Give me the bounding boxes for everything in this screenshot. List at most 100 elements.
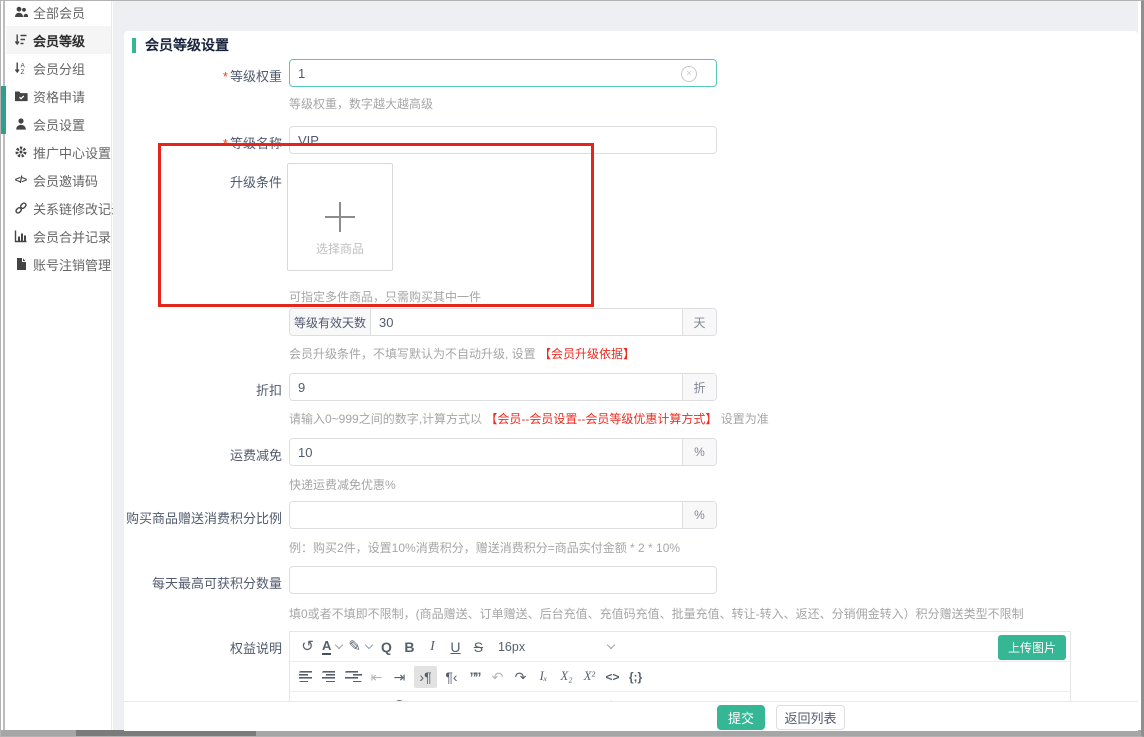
- page-title: 会员等级设置: [132, 35, 229, 55]
- bar-chart-icon: [13, 229, 28, 243]
- file-icon: [13, 257, 28, 271]
- superscript-icon[interactable]: X²: [581, 666, 598, 688]
- discount-input[interactable]: [290, 374, 682, 400]
- inline-code-icon[interactable]: <>: [604, 666, 621, 688]
- bold-icon[interactable]: B: [401, 636, 418, 658]
- discount-group: 折: [289, 373, 717, 401]
- align-right-icon[interactable]: [345, 671, 362, 682]
- sidebar: 全部会员 会员等级 AZ 会员分组 资格申请 会员设置: [6, 1, 112, 731]
- sidebar-item-label: 全部会员: [33, 3, 85, 22]
- undo-icon[interactable]: ↶: [489, 666, 506, 688]
- sidebar-item-label: 会员设置: [33, 115, 85, 134]
- points-ratio-help: 例：购买2件，设置10%消费积分，赠送消费积分=商品实付金额 * 2 * 10%: [289, 539, 680, 556]
- align-center-icon[interactable]: [322, 671, 339, 682]
- italic-icon[interactable]: I: [424, 636, 441, 658]
- points-ratio-group: %: [289, 501, 717, 529]
- level-weight-label: *等级权重: [124, 66, 282, 85]
- paragraph-ltr-icon[interactable]: ›¶: [414, 666, 437, 688]
- select-product-upload-box[interactable]: 选择商品: [287, 163, 393, 271]
- clear-format-icon[interactable]: Iₓ: [535, 666, 552, 688]
- subscript-icon[interactable]: X₂: [558, 666, 575, 688]
- sidebar-item-label: 推广中心设置: [33, 143, 111, 162]
- folder-check-icon: [13, 89, 28, 103]
- upgrade-basis-link[interactable]: 【会员升级依据】: [539, 347, 635, 361]
- select-product-text: 选择商品: [288, 240, 392, 257]
- outdent-icon[interactable]: ⇤: [368, 666, 385, 688]
- indent-icon[interactable]: ⇥: [391, 666, 408, 688]
- sidebar-item-invite-code[interactable]: </> 会员邀请码: [6, 166, 111, 194]
- chevron-down-icon: [365, 641, 373, 649]
- blockquote-icon[interactable]: ””: [466, 666, 483, 688]
- submit-button[interactable]: 提交: [717, 705, 765, 730]
- users-icon: [13, 5, 28, 19]
- discount-settings-link[interactable]: 【会员--会员设置--会员等级优惠计算方式】: [485, 412, 717, 426]
- sort-level-icon: [13, 33, 28, 47]
- sidebar-item-qualification[interactable]: 资格申请: [6, 82, 111, 110]
- gear-icon: [13, 145, 28, 159]
- valid-days-input[interactable]: [371, 309, 682, 335]
- sidebar-item-label: 会员分组: [33, 59, 85, 78]
- sidebar-item-member-level[interactable]: 会员等级: [6, 26, 111, 54]
- discount-label: 折扣: [124, 380, 282, 399]
- valid-days-group: 等级有效天数 天: [289, 308, 717, 336]
- title-accent-bar: [132, 38, 136, 53]
- redo-icon[interactable]: ↷: [512, 666, 529, 688]
- points-ratio-input[interactable]: [290, 502, 682, 528]
- svg-text:Z: Z: [20, 69, 24, 75]
- editor-toolbar-row-1: ↺ A ✎ QBIUS 16px: [290, 632, 1070, 662]
- level-name-label: *等级名称: [124, 133, 282, 152]
- sidebar-item-promotion-settings[interactable]: 推广中心设置: [6, 138, 111, 166]
- editor-toolbar-row-2: ⇤ ⇥ ›¶ ¶‹ ”” ↶ ↷ Iₓ X₂ X² <> {;}: [290, 662, 1070, 692]
- level-weight-help: 等级权重，数字越大越高级: [289, 95, 433, 112]
- upgrade-condition-help: 可指定多件商品，只需购买其中一件: [289, 288, 481, 305]
- points-ratio-label: 购买商品赠送消费积分比例: [124, 508, 282, 527]
- daily-points-help: 填0或者不填即不限制，(商品赠送、订单赠送、后台充值、充值码充值、批量充值、转让…: [289, 605, 1024, 622]
- sidebar-item-label: 账号注销管理: [33, 255, 111, 274]
- paragraph-rtl-icon[interactable]: ¶‹: [443, 666, 460, 688]
- sidebar-item-label: 会员等级: [33, 31, 85, 50]
- level-name-input[interactable]: [289, 126, 717, 154]
- highlight-pen-icon[interactable]: ✎: [348, 636, 372, 658]
- level-weight-input[interactable]: [289, 59, 717, 87]
- upload-image-button[interactable]: 上传图片: [998, 635, 1066, 660]
- sidebar-item-member-settings[interactable]: 会员设置: [6, 110, 111, 138]
- sidebar-item-relation-log[interactable]: 关系链修改记录: [6, 194, 111, 222]
- sidebar-item-label: 资格申请: [33, 87, 85, 106]
- chevron-down-icon: [607, 641, 615, 649]
- sidebar-item-label: 关系链修改记录: [33, 199, 124, 218]
- discount-unit: 折: [682, 374, 716, 400]
- sidebar-item-account-cancel[interactable]: 账号注销管理: [6, 250, 111, 278]
- user-icon: [13, 117, 28, 131]
- font-size-select[interactable]: 16px: [498, 640, 614, 654]
- link-icon: [13, 201, 28, 215]
- shipping-group: %: [289, 438, 717, 466]
- shipping-unit: %: [682, 439, 716, 465]
- clear-circle-icon[interactable]: ×: [681, 66, 697, 82]
- app-window: 全部会员 会员等级 AZ 会员分组 资格申请 会员设置: [0, 0, 1144, 737]
- code-block-icon[interactable]: {;}: [627, 666, 644, 688]
- align-left-icon[interactable]: [299, 671, 316, 682]
- valid-days-help: 会员升级条件，不填写默认为不自动升级, 设置 【会员升级依据】: [289, 345, 635, 362]
- benefits-label: 权益说明: [124, 638, 282, 657]
- member-level-form-card: 会员等级设置 *等级权重 × 等级权重，数字越大越高级 *等级名称 升级条件 选…: [124, 31, 1138, 731]
- valid-days-prepend-label: 等级有效天数: [290, 309, 371, 335]
- sidebar-item-member-group[interactable]: AZ 会员分组: [6, 54, 111, 82]
- sidebar-item-label: 会员邀请码: [33, 171, 98, 190]
- valid-days-unit: 天: [682, 309, 716, 335]
- strikethrough-icon[interactable]: S: [470, 636, 487, 658]
- shipping-input[interactable]: [290, 439, 682, 465]
- sidebar-item-all-members[interactable]: 全部会员: [6, 0, 111, 26]
- code-icon: </>: [13, 173, 28, 187]
- discount-help: 请输入0~999之间的数字,计算方式以 【会员--会员设置--会员等级优惠计算方…: [289, 410, 769, 427]
- daily-points-input[interactable]: [289, 566, 717, 594]
- sidebar-item-merge-log[interactable]: 会员合并记录: [6, 222, 111, 250]
- search-icon[interactable]: Q: [378, 636, 395, 658]
- chevron-down-icon: [335, 641, 343, 649]
- underline-icon[interactable]: U: [447, 636, 464, 658]
- shipping-discount-label: 运费减免: [124, 445, 282, 464]
- points-ratio-unit: %: [682, 502, 716, 528]
- font-color-icon[interactable]: A: [322, 636, 342, 658]
- sort-alpha-icon: AZ: [13, 61, 28, 75]
- history-icon[interactable]: ↺: [299, 636, 316, 658]
- back-to-list-button[interactable]: 返回列表: [776, 705, 845, 730]
